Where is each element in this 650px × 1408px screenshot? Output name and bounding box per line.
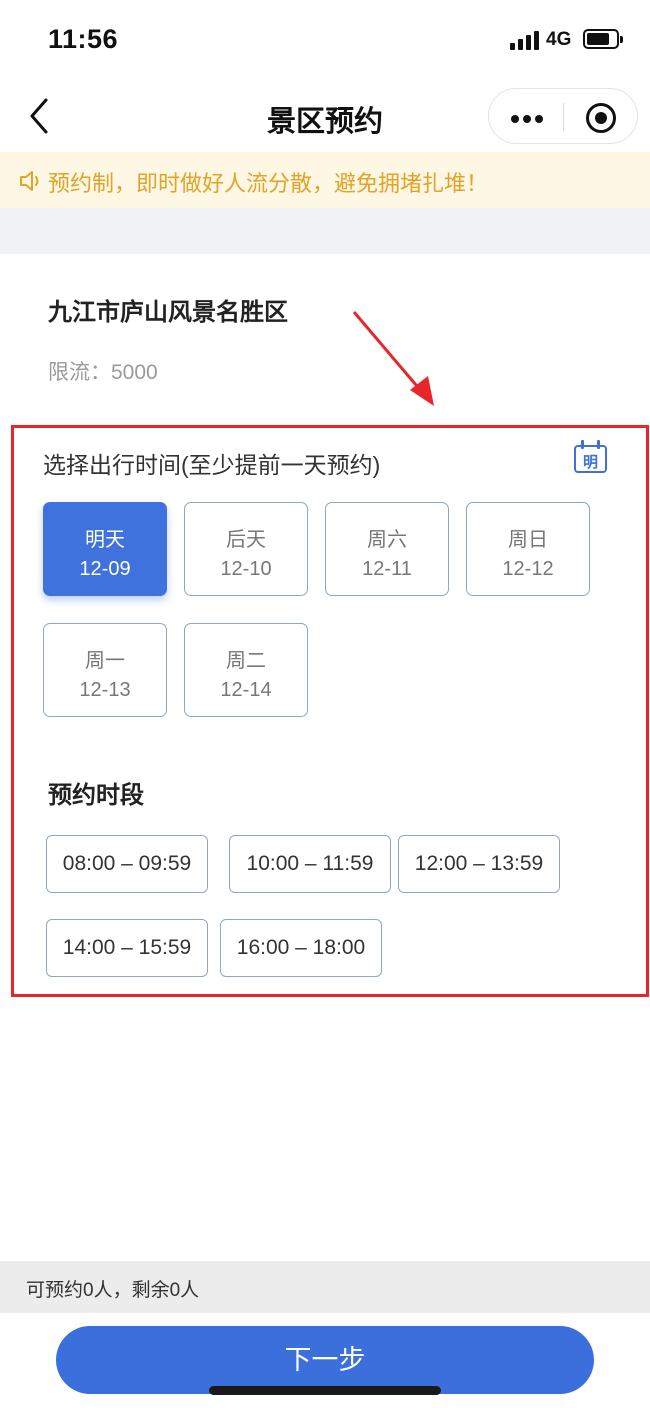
time-slot-option[interactable]: 14:00 – 15:59: [46, 919, 208, 977]
notice-text: 预约制，即时做好人流分散，避免拥堵扎堆！: [48, 171, 489, 196]
status-time: 11:56: [48, 24, 119, 54]
annotation-arrow-icon: [352, 311, 434, 406]
status-bar: 11:56 4G: [0, 0, 650, 80]
calendar-icon[interactable]: 明: [574, 440, 608, 474]
date-option-day-after[interactable]: 后天 12-10: [184, 502, 308, 596]
next-step-button[interactable]: 下一步: [56, 1326, 594, 1394]
date-day: 12-14: [220, 679, 272, 701]
date-option-saturday[interactable]: 周六 12-11: [325, 502, 449, 596]
back-button[interactable]: [24, 96, 58, 136]
dot-icon: [523, 115, 531, 123]
date-section-heading: 选择出行时间(至少提前一天预约): [43, 452, 381, 478]
more-button[interactable]: [489, 89, 564, 145]
battery-icon: [583, 29, 623, 49]
slot-section-heading: 预约时段: [48, 782, 144, 809]
close-target-icon[interactable]: [586, 103, 616, 133]
date-weekday: 后天: [226, 529, 266, 551]
capsule-divider: [563, 103, 564, 131]
visitor-limit: 限流：5000: [48, 361, 158, 384]
time-slot-option[interactable]: 16:00 – 18:00: [220, 919, 382, 977]
calendar-icon-label: 明: [582, 454, 598, 471]
time-slot-option[interactable]: 10:00 – 11:59: [229, 835, 391, 893]
date-day: 12-10: [220, 558, 272, 580]
date-weekday: 周日: [508, 529, 548, 551]
time-slot-option[interactable]: 08:00 – 09:59: [46, 835, 208, 893]
capacity-text: 可预约0人，剩余0人: [26, 1280, 200, 1301]
signal-icon: [510, 30, 540, 50]
capacity-bar: 可预约0人，剩余0人: [0, 1261, 650, 1313]
date-day: 12-11: [362, 558, 412, 580]
notice-bar: 预约制，即时做好人流分散，避免拥堵扎堆！: [0, 152, 650, 208]
nav-bar: 景区预约: [0, 80, 650, 152]
time-slot-option[interactable]: 12:00 – 13:59: [398, 835, 560, 893]
date-day: 12-13: [79, 679, 131, 701]
date-option-tomorrow[interactable]: 明天 12-09: [43, 502, 167, 596]
date-weekday: 周一: [85, 650, 125, 672]
section-divider: [0, 208, 650, 254]
date-option-sunday[interactable]: 周日 12-12: [466, 502, 590, 596]
dot-icon: [511, 115, 519, 123]
home-indicator[interactable]: [209, 1386, 441, 1395]
network-label: 4G: [546, 29, 572, 50]
scenic-name: 九江市庐山风景名胜区: [48, 299, 288, 326]
date-option-monday[interactable]: 周一 12-13: [43, 623, 167, 717]
date-weekday: 明天: [85, 529, 125, 551]
date-weekday: 周六: [367, 529, 407, 551]
date-weekday: 周二: [226, 650, 266, 672]
date-day: 12-12: [502, 558, 554, 580]
dot-icon: [535, 115, 543, 123]
date-day: 12-09: [79, 558, 131, 580]
speaker-icon: [20, 171, 39, 191]
chevron-left-icon: [30, 98, 48, 134]
date-option-tuesday[interactable]: 周二 12-14: [184, 623, 308, 717]
mini-program-capsule: [488, 88, 638, 144]
